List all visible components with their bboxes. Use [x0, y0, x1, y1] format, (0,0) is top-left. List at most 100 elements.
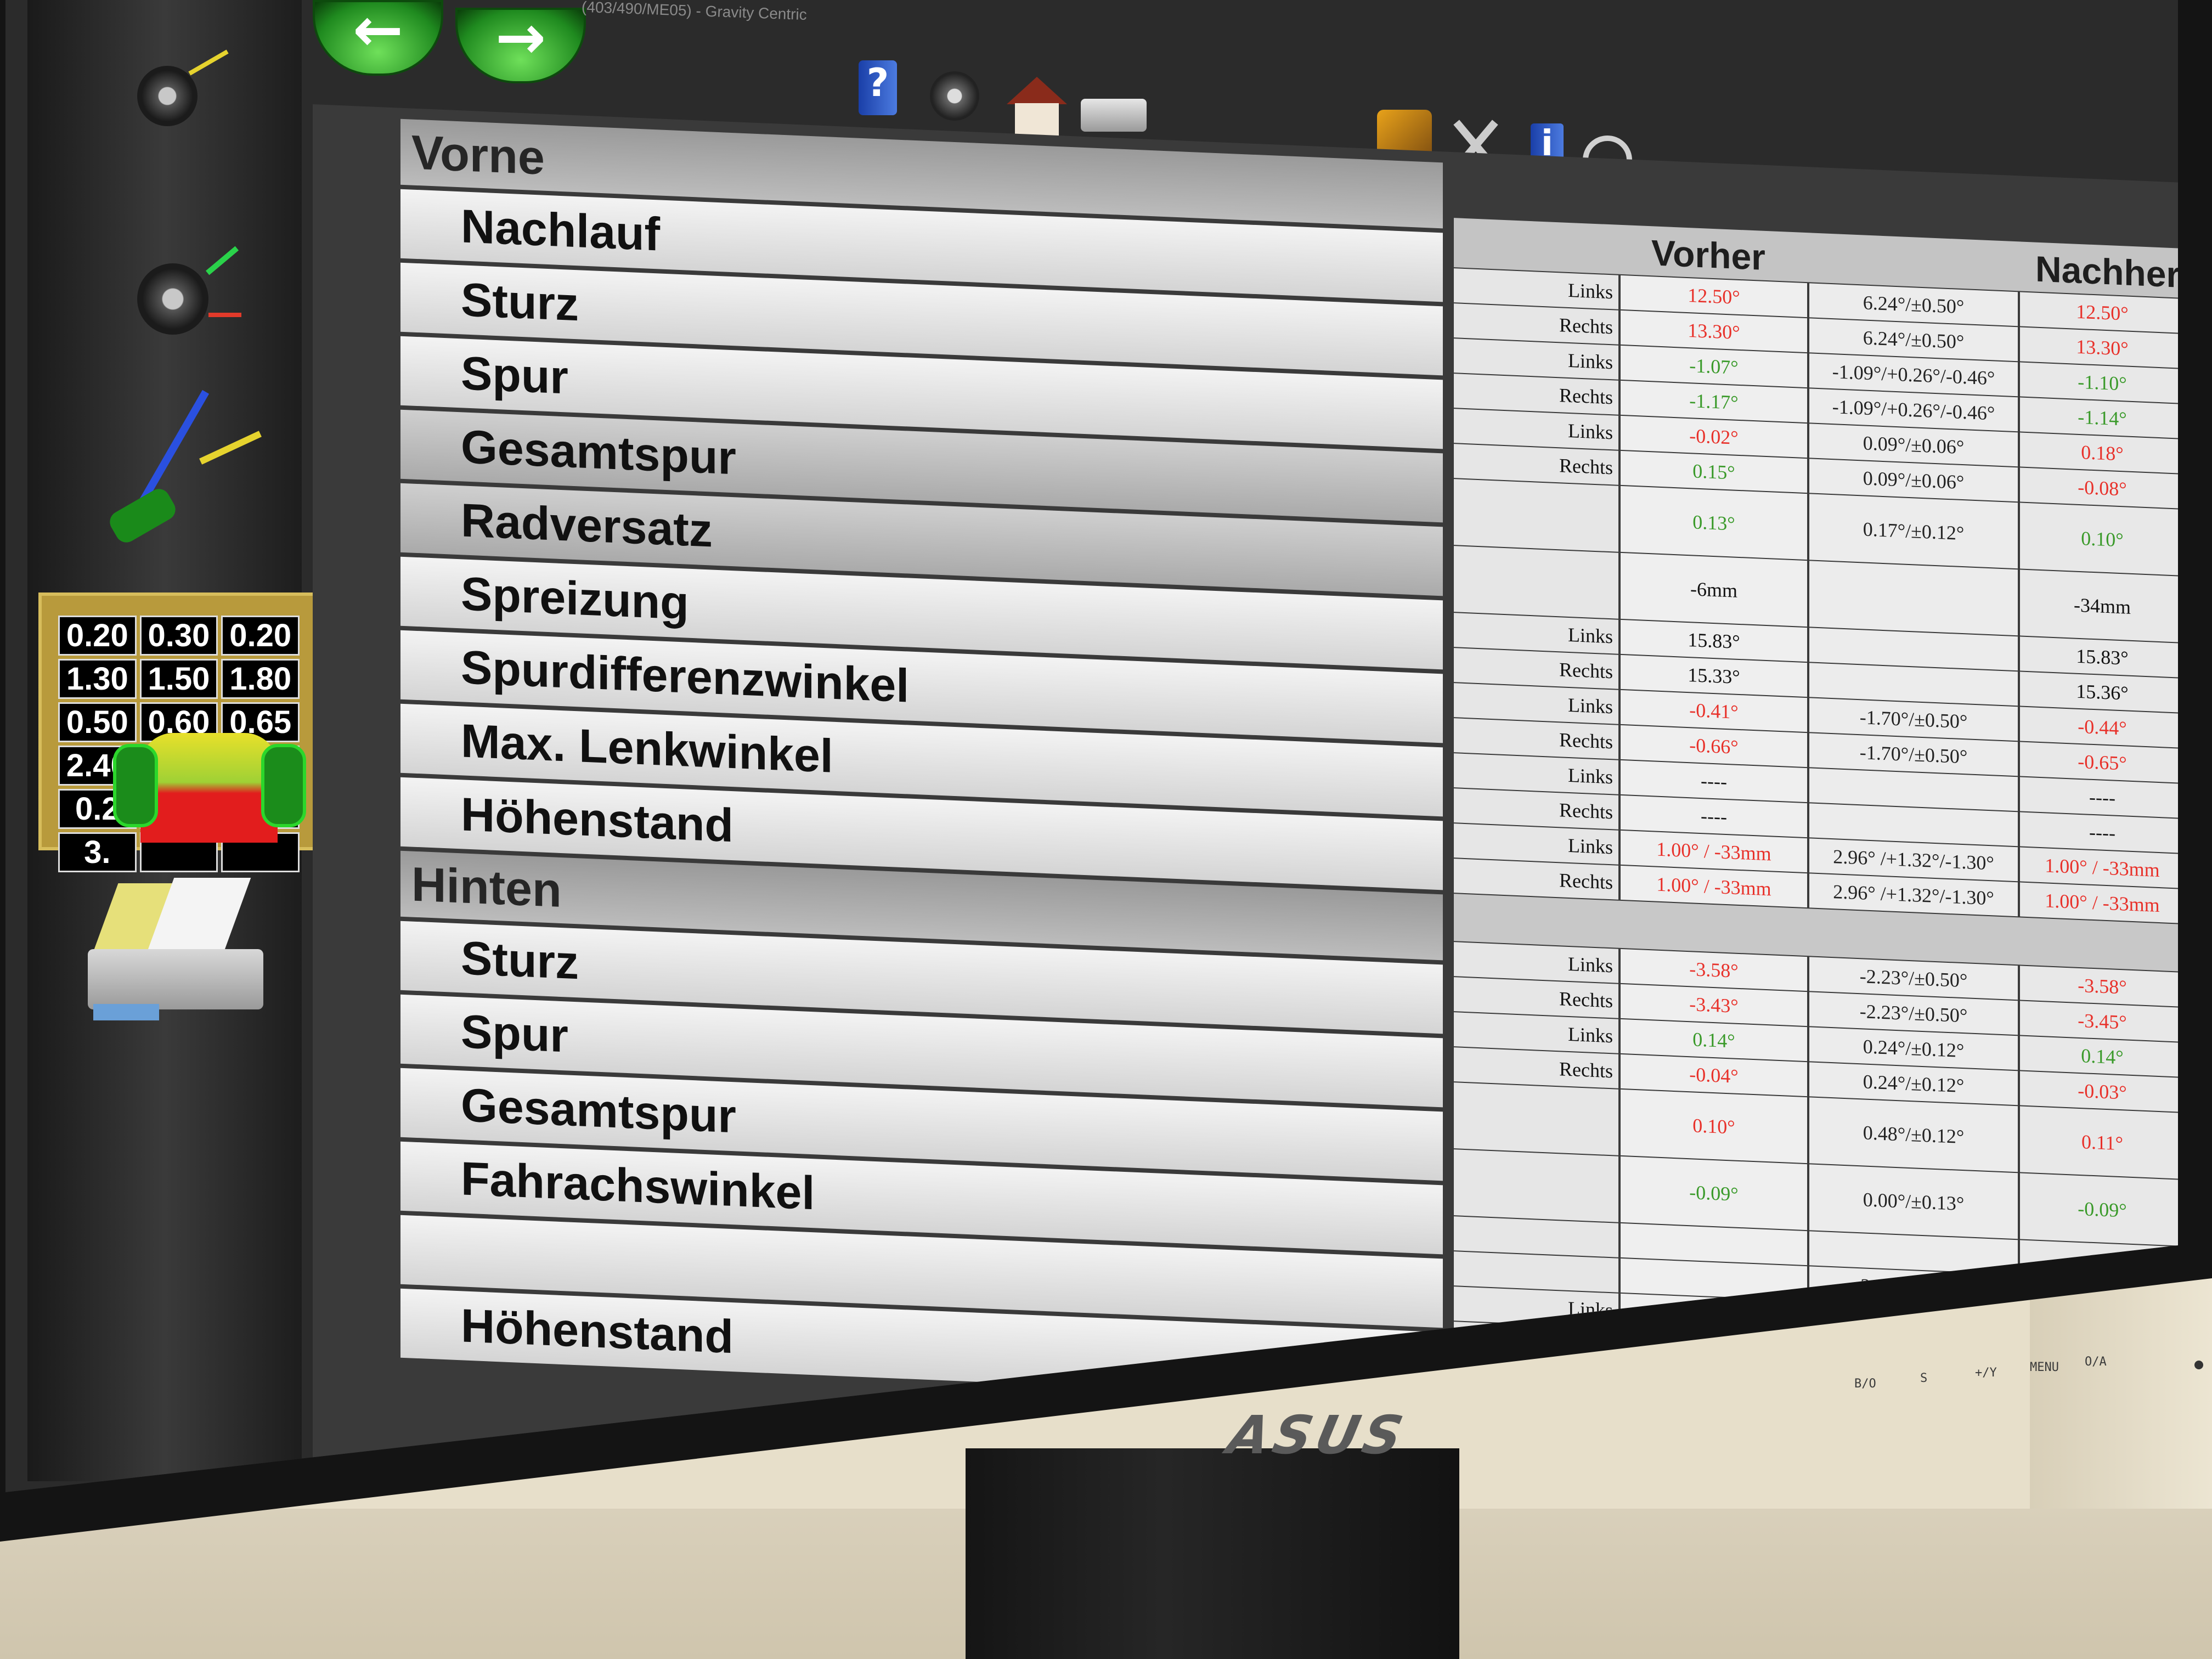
after-value: ---- — [2020, 777, 2178, 819]
before-value: -1.17° — [1621, 380, 1807, 423]
after-value: 13.30° — [2020, 327, 2178, 369]
side-label: Links — [1454, 683, 1618, 724]
after-value: 1.00° / -33mm — [2020, 847, 2178, 889]
car-top-view-icon — [140, 733, 278, 843]
side-label — [1454, 479, 1618, 552]
before-value: 0.13° — [1621, 486, 1807, 560]
side-label — [1454, 1216, 1618, 1257]
side-label: Links — [1454, 613, 1618, 654]
before-value: -1.07° — [1621, 345, 1807, 388]
window-title-name: Gravity Centric — [705, 2, 808, 24]
window-title-prefix: (403/490/ME05) — [581, 0, 692, 19]
monitor-control-label: S — [1920, 1372, 1928, 1385]
before-value: -3.43° — [1621, 984, 1807, 1026]
after-value: -0.44° — [2020, 707, 2178, 748]
before-value: -3.58° — [1621, 949, 1807, 991]
after-value: 1.00° / -33mm — [2020, 882, 2178, 924]
before-value: 0.14° — [1621, 1019, 1807, 1062]
monitor-brand-logo: ASUS — [1222, 1404, 1413, 1466]
side-label: Links — [1454, 823, 1618, 865]
summary-value: 0.30 — [139, 616, 218, 656]
after-value: -1.10° — [2020, 362, 2178, 404]
print-report-icon[interactable] — [77, 872, 274, 1026]
before-value: -0.04° — [1621, 1054, 1807, 1097]
back-button[interactable]: ← — [313, 0, 443, 76]
spec-value: 0.17°/±0.12° — [1809, 494, 2018, 569]
values-table: Vorher Nachher Links 12.50° 6.24°/±0.50° 12… — [1454, 218, 2181, 1387]
after-value: -1.14° — [2020, 397, 2178, 439]
side-label — [1454, 1149, 1618, 1222]
camber-wheel-icon[interactable] — [77, 230, 263, 362]
after-value: 15.83° — [2020, 636, 2178, 678]
front-left-tire-icon — [113, 744, 158, 827]
before-value: -0.09° — [1621, 1156, 1807, 1231]
after-value: 12.50° — [2020, 292, 2178, 334]
side-label: Links — [1454, 338, 1618, 380]
after-value: -0.03° — [2020, 1071, 2178, 1113]
col-before-header: Vorher — [1651, 232, 1765, 278]
before-value: -0.66° — [1621, 725, 1807, 768]
before-value: 12.50° — [1621, 275, 1807, 318]
before-value: 0.10° — [1621, 1089, 1807, 1164]
side-label: Rechts — [1454, 788, 1618, 830]
front-right-tire-icon — [261, 744, 306, 827]
summary-value: 1.30 — [58, 659, 137, 699]
monitor-control-label: B/O — [1854, 1377, 1876, 1391]
before-value: -0.02° — [1621, 415, 1807, 458]
after-value: 0.11° — [2020, 1106, 2178, 1180]
side-label: Rechts — [1454, 648, 1618, 689]
power-button[interactable] — [2194, 1361, 2203, 1369]
side-label: Rechts — [1454, 303, 1618, 345]
measurement-summary-icon[interactable]: 0.20 0.30 0.20 1.30 1.50 1.80 0.50 0.60 … — [38, 592, 318, 872]
after-value: ---- — [2020, 812, 2178, 854]
after-value: -3.58° — [2020, 966, 2178, 1007]
side-label: Links — [1454, 409, 1618, 450]
spec-value: 0.00°/±0.13° — [1809, 1164, 2018, 1239]
after-value: 15.36° — [2020, 672, 2178, 713]
after-value: -3.45° — [2020, 1001, 2178, 1042]
caster-wheel-icon[interactable] — [77, 33, 263, 165]
before-value: ---- — [1621, 795, 1807, 838]
side-label: Rechts — [1454, 977, 1618, 1018]
summary-value: 1.50 — [139, 659, 218, 699]
parameter-list: Vorne Nachlauf Sturz Spur Gesamtspur Rad… — [400, 119, 1443, 1402]
after-value: -0.08° — [2020, 467, 2178, 509]
settings-wheel-icon[interactable] — [922, 63, 988, 129]
side-label: Links — [1454, 268, 1618, 309]
side-label — [1454, 546, 1618, 619]
window-title: (403/490/ME05) - Gravity Centric — [582, 0, 808, 24]
summary-value: 0.20 — [221, 616, 300, 656]
alignment-report-panel: Vorne Nachlauf Sturz Spur Gesamtspur Rad… — [313, 104, 2178, 1492]
toe-alignment-icon[interactable] — [77, 390, 263, 582]
side-label: Rechts — [1454, 859, 1618, 900]
left-arrow-icon: ← — [352, 0, 404, 65]
forward-button[interactable]: → — [455, 7, 586, 83]
side-label: Rechts — [1454, 374, 1618, 415]
after-value: 0.18° — [2020, 432, 2178, 474]
home-icon[interactable] — [1004, 71, 1070, 137]
right-arrow-icon: → — [495, 2, 546, 72]
monitor-control-label: +/Y — [1975, 1366, 1997, 1380]
after-value: -0.65° — [2020, 742, 2178, 783]
side-label: Links — [1454, 942, 1618, 983]
side-label: Rechts — [1454, 1047, 1618, 1088]
spec-value — [1809, 561, 2018, 636]
monitor-control-label: MENU — [2030, 1361, 2059, 1374]
before-value: -6mm — [1621, 552, 1807, 627]
front-value-rows: Links 12.50° 6.24°/±0.50° 12.50° Rechts 13.30… — [1454, 268, 2178, 924]
summary-value: 3. — [58, 832, 137, 872]
col-after-header: Nachher — [2035, 248, 2181, 295]
spec-value: 0.48°/±0.12° — [1809, 1097, 2018, 1172]
after-value: -0.09° — [2020, 1173, 2178, 1246]
before-value: 15.83° — [1621, 619, 1807, 662]
after-value: -34mm — [2020, 569, 2178, 643]
monitor-stand — [966, 1448, 1459, 1659]
help-icon[interactable]: ? — [845, 55, 911, 121]
summary-value: 1.80 — [221, 659, 300, 699]
after-value: 0.14° — [2020, 1036, 2178, 1077]
side-label: Rechts — [1454, 718, 1618, 759]
side-label — [1454, 1082, 1618, 1155]
screen: 0.20 0.30 0.20 1.30 1.50 1.80 0.50 0.60 … — [5, 0, 2178, 1492]
after-value: 0.10° — [2020, 503, 2178, 576]
monitor-control-label: O/A — [2085, 1355, 2107, 1369]
